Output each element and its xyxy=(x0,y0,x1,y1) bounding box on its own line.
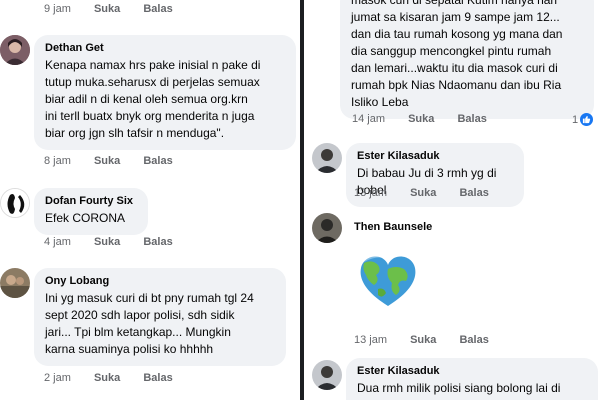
avatar[interactable] xyxy=(312,143,342,173)
avatar-photo-icon xyxy=(0,35,30,65)
avatar[interactable] xyxy=(312,360,342,390)
like-link[interactable]: Suka xyxy=(94,372,120,384)
comment-author[interactable]: Ester Kilasaduk xyxy=(357,365,587,377)
comment-actions: 13 jam Suka Balas xyxy=(354,187,509,199)
comment-time: 8 jam xyxy=(44,155,71,167)
reaction-number: 1 xyxy=(572,113,579,126)
comment-time: 4 jam xyxy=(44,236,71,248)
comment-author[interactable]: Then Baunsele xyxy=(354,221,432,233)
avatar-photo-icon xyxy=(312,360,342,390)
reply-link[interactable]: Balas xyxy=(143,3,172,15)
comment-bubble: Dethan Get Kenapa namax hrs pake inisial… xyxy=(34,35,296,150)
like-link[interactable]: Suka xyxy=(94,3,120,15)
comment-bubble: Ony Lobang Ini yg masuk curi di bt pny r… xyxy=(34,268,286,366)
comment-text-partial: masok curi di sepatal Kutim hanya hari xyxy=(351,0,558,7)
reply-link[interactable]: Balas xyxy=(143,155,172,167)
reply-link[interactable]: Balas xyxy=(143,236,172,248)
like-link[interactable]: Suka xyxy=(94,236,120,248)
comment-text: jumat sa kisaran jam 9 sampe jam 12... d… xyxy=(351,10,563,109)
comment-time: 13 jam xyxy=(354,187,388,199)
comment-time: 13 jam xyxy=(354,334,388,346)
avatar-photo-icon xyxy=(312,213,342,243)
like-reaction-icon xyxy=(580,113,594,126)
like-link[interactable]: Suka xyxy=(410,334,436,346)
comment-time: 9 jam xyxy=(44,3,71,15)
reply-link[interactable]: Balas xyxy=(459,187,488,199)
left-comment-column: 9 jam Suka Balas Dethan Get Kenapa namax… xyxy=(0,0,300,400)
earth-heart-icon xyxy=(360,256,416,306)
comment-time: 14 jam xyxy=(352,113,386,125)
comment-author[interactable]: Dofan Fourty Six xyxy=(45,195,137,207)
avatar-photo-icon xyxy=(0,268,30,298)
like-link[interactable]: Suka xyxy=(408,113,434,125)
comment-bubble: Ester Kilasaduk Dua rmh milik polisi sia… xyxy=(346,358,598,400)
avatar[interactable] xyxy=(0,268,30,298)
reply-link[interactable]: Balas xyxy=(143,372,172,384)
comment-text: Dua rmh milik polisi siang bolong lai di xyxy=(357,381,561,395)
like-link[interactable]: Suka xyxy=(94,155,120,167)
comment-text: Kenapa namax hrs pake inisial n pake di … xyxy=(45,58,261,140)
reply-link[interactable]: Balas xyxy=(457,113,486,125)
right-comment-column: masok curi di sepatal Kutim hanya hari j… xyxy=(304,0,600,400)
avatar[interactable] xyxy=(0,188,30,218)
comment-actions: 13 jam Suka Balas xyxy=(354,334,509,346)
comment-time: 2 jam xyxy=(44,372,71,384)
comment-bubble: masok curi di sepatal Kutim hanya hari j… xyxy=(340,0,594,119)
avatar[interactable] xyxy=(0,35,30,65)
comment-actions: 9 jam Suka Balas xyxy=(44,3,193,15)
avatar[interactable] xyxy=(312,213,342,243)
comment-actions: 14 jam Suka Balas xyxy=(352,113,507,125)
comment-bubble: Dofan Fourty Six Efek CORONA xyxy=(34,188,148,235)
avatar-silhouette-icon xyxy=(1,189,29,217)
like-link[interactable]: Suka xyxy=(410,187,436,199)
comment-author[interactable]: Ony Lobang xyxy=(45,275,275,287)
comment-actions: 2 jam Suka Balas xyxy=(44,372,193,384)
comment-actions: 4 jam Suka Balas xyxy=(44,236,193,248)
reply-link[interactable]: Balas xyxy=(459,334,488,346)
reaction-count[interactable]: 1 xyxy=(572,113,594,126)
comment-text: Ini yg masuk curi di bt pny rumah tgl 24… xyxy=(45,291,254,356)
avatar-photo-icon xyxy=(312,143,342,173)
comment-author[interactable]: Ester Kilasaduk xyxy=(357,150,513,162)
comment-actions: 8 jam Suka Balas xyxy=(44,155,193,167)
comment-text: Efek CORONA xyxy=(45,211,126,225)
earth-heart-sticker xyxy=(358,253,418,309)
comment-author[interactable]: Dethan Get xyxy=(45,42,285,54)
